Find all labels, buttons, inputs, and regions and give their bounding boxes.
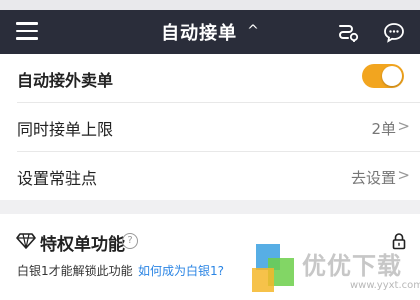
station-label: 设置常驻点 xyxy=(17,169,98,188)
route-icon[interactable] xyxy=(336,21,360,43)
top-app-bar: 自动接单 ^ xyxy=(0,10,420,54)
auto-takeaway-label: 自动接外卖单 xyxy=(17,71,114,90)
watermark-url: www.yyxt.com xyxy=(350,280,420,291)
chevron-right-icon: > xyxy=(397,117,410,135)
diamond-icon xyxy=(16,233,36,249)
toggle-knob xyxy=(382,66,402,86)
watermark: 优优下载 www.yyxt.com xyxy=(250,240,420,300)
how-to-silver-link[interactable]: 如何成为白银1? xyxy=(138,262,224,279)
privilege-title: 特权单功能 xyxy=(40,235,125,255)
max-orders-value: 2单 xyxy=(371,120,396,138)
status-strip xyxy=(0,0,420,10)
unlock-note: 白银1才能解锁此功能 xyxy=(17,264,133,278)
auto-takeaway-toggle[interactable] xyxy=(362,64,404,88)
page-title: 自动接单 xyxy=(161,23,238,44)
station-row[interactable]: 设置常驻点 去设置 > xyxy=(0,152,420,200)
watermark-text: 优优下载 xyxy=(302,252,402,280)
station-value: 去设置 xyxy=(350,169,396,187)
max-orders-label: 同时接单上限 xyxy=(17,120,114,139)
settings-card: 自动接外卖单 同时接单上限 2单 > 设置常驻点 去设置 > xyxy=(0,54,420,200)
watermark-logo-icon xyxy=(252,244,294,292)
chat-icon[interactable] xyxy=(382,21,406,43)
chevron-right-icon: > xyxy=(397,166,410,184)
help-icon[interactable]: ? xyxy=(122,233,138,249)
max-orders-row[interactable]: 同时接单上限 2单 > xyxy=(0,103,420,151)
chevron-up-icon: ^ xyxy=(247,23,259,39)
auto-takeaway-row: 自动接外卖单 xyxy=(0,54,420,102)
